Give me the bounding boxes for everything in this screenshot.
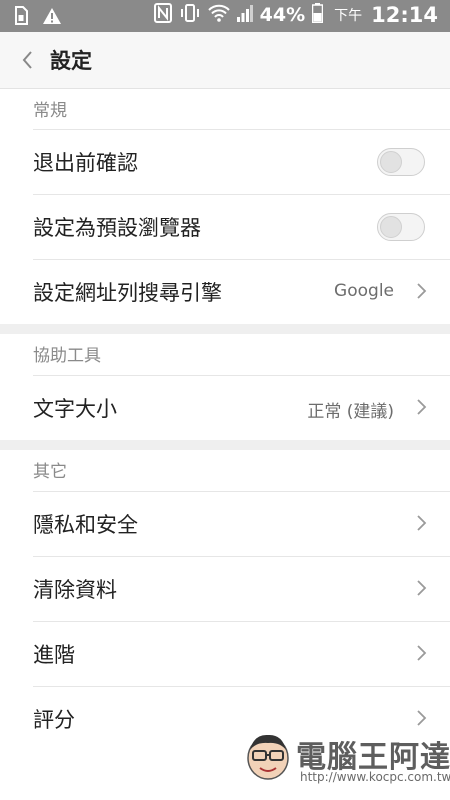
chevron-right-icon	[416, 281, 428, 301]
clock: 12:14	[371, 3, 438, 27]
row-advanced[interactable]: 進階	[0, 621, 450, 686]
section-title-general: 常規	[0, 89, 450, 129]
text-size-value: 正常 (建議)	[307, 402, 394, 422]
page-title: 設定	[50, 49, 92, 73]
section-title-text: 其它	[33, 462, 67, 482]
mascot-face-icon	[244, 730, 292, 782]
section-title-text: 常規	[33, 101, 67, 121]
row-clear-data[interactable]: 清除資料	[0, 556, 450, 621]
default-browser-toggle[interactable]	[377, 213, 425, 241]
toggle-knob	[380, 151, 402, 173]
nfc-icon	[153, 3, 172, 27]
row-text-size[interactable]: 文字大小 正常 (建議)	[0, 375, 450, 440]
row-label: 評分	[33, 708, 75, 732]
warning-icon	[42, 7, 62, 29]
row-default-browser[interactable]: 設定為預設瀏覽器	[0, 194, 450, 259]
chevron-right-icon	[416, 578, 428, 598]
row-label: 設定網址列搜尋引擎	[33, 281, 222, 305]
row-label: 清除資料	[33, 578, 117, 602]
wifi-icon	[207, 3, 230, 27]
watermark-url: http://www.kocpc.com.tw	[300, 770, 450, 784]
divider	[33, 621, 450, 622]
section-title-accessibility: 協助工具	[0, 334, 450, 374]
sim-card-icon	[14, 6, 28, 29]
divider	[33, 491, 450, 492]
row-privacy[interactable]: 隱私和安全	[0, 491, 450, 556]
row-label: 進階	[33, 643, 75, 667]
chevron-right-icon	[416, 708, 428, 728]
signal-icon	[236, 3, 253, 27]
toggle-knob	[380, 216, 402, 238]
confirm-exit-toggle[interactable]	[377, 148, 425, 176]
section-separator	[0, 324, 450, 334]
chevron-right-icon	[416, 643, 428, 663]
status-bar: 44% 下午 12:14	[0, 0, 450, 32]
section-title-other: 其它	[0, 450, 450, 490]
row-label: 退出前確認	[33, 151, 138, 175]
battery-icon	[311, 3, 324, 27]
row-label: 隱私和安全	[33, 513, 138, 537]
chevron-left-icon[interactable]	[18, 48, 40, 72]
row-search-engine[interactable]: 設定網址列搜尋引擎 Google	[0, 259, 450, 324]
chevron-right-icon	[416, 513, 428, 533]
row-label: 文字大小	[33, 397, 117, 421]
divider	[33, 129, 450, 130]
app-header: 設定	[0, 32, 450, 89]
section-title-text: 協助工具	[33, 346, 101, 366]
watermark: 電腦王阿達 http://www.kocpc.com.tw	[244, 728, 450, 788]
divider	[33, 375, 450, 376]
search-engine-value: Google	[334, 281, 394, 301]
chevron-right-icon	[416, 397, 428, 417]
row-confirm-exit[interactable]: 退出前確認	[0, 129, 450, 194]
divider	[33, 194, 450, 195]
divider	[33, 556, 450, 557]
vibrate-icon	[179, 3, 201, 27]
ampm-label: 下午	[334, 8, 363, 24]
section-separator	[0, 440, 450, 450]
row-label: 設定為預設瀏覽器	[33, 216, 201, 240]
battery-percent: 44%	[259, 4, 306, 26]
divider	[33, 686, 450, 687]
divider	[33, 259, 450, 260]
